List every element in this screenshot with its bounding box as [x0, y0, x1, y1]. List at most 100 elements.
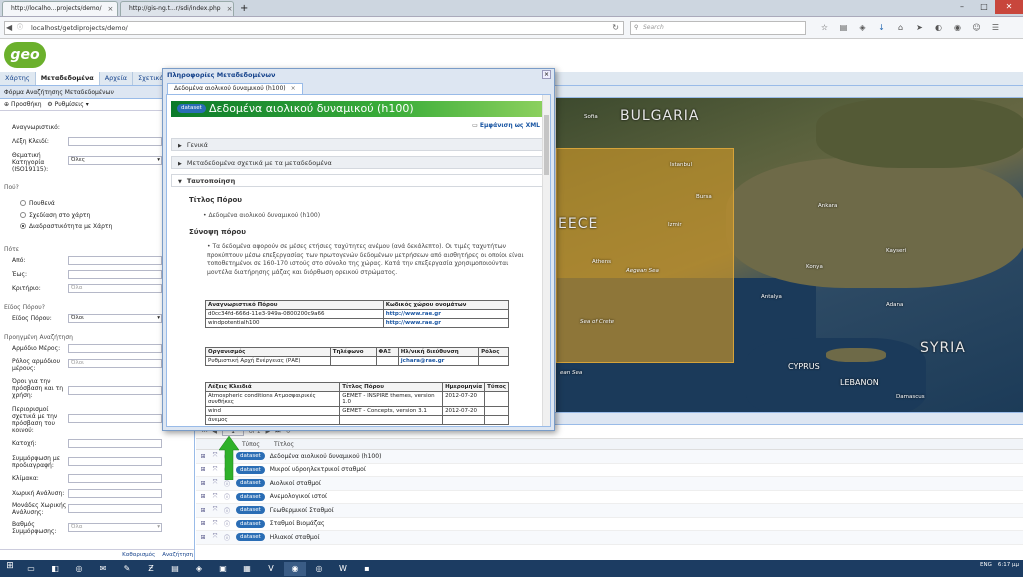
remote-icon[interactable]: ▣	[212, 562, 234, 576]
send-icon[interactable]: ➤	[910, 21, 929, 35]
scale-input[interactable]	[68, 474, 162, 483]
table-row[interactable]: ⊞ ⤧ ⓘ dataset Ηλιακοί σταθμοί	[196, 531, 1023, 545]
info-icon[interactable]: ⓘ	[222, 533, 232, 542]
expand-icon[interactable]: ⊞	[198, 493, 208, 500]
close-window-icon[interactable]: ✕	[995, 0, 1023, 14]
expand-icon[interactable]: ⊞	[198, 534, 208, 541]
chat-icon[interactable]: ◉	[948, 21, 967, 35]
close-icon[interactable]: ×	[542, 70, 551, 79]
zoom-extent-icon[interactable]: ⤧	[210, 506, 220, 514]
column-title-header[interactable]: Τίτλος	[270, 439, 298, 449]
browser-tab-demo[interactable]: http://localho...projects/demo/ ×	[2, 1, 118, 16]
home-icon[interactable]: ⌂	[891, 21, 910, 35]
conformity-spec-input[interactable]	[68, 457, 162, 466]
criterion-select[interactable]: Όλα	[68, 284, 162, 293]
table-row[interactable]: ⊞ ⤧ ⓘ dataset Ανεμολογικοί ιστοί	[196, 491, 1023, 504]
section-metadata-about[interactable]: ▶ Μεταδεδομένα σχετικά με τα μεταδεδομένα	[171, 156, 543, 169]
expand-icon[interactable]: ⊞	[198, 520, 208, 527]
section-general[interactable]: ▶ Γενικά	[171, 138, 543, 151]
reload-icon[interactable]: ↻	[612, 22, 619, 34]
menu-icon[interactable]: ☰	[986, 21, 1005, 35]
expand-icon[interactable]: ⊞	[198, 453, 208, 460]
maximize-icon[interactable]: □	[973, 0, 995, 14]
download-icon[interactable]: ↓	[872, 21, 891, 35]
public-access-input[interactable]	[68, 414, 162, 423]
scrollbar-thumb[interactable]	[544, 115, 549, 175]
close-tab-icon[interactable]: ×	[227, 5, 233, 13]
settings-button[interactable]: ⚙ Ρυθμίσεις ▾	[47, 101, 88, 108]
info-icon[interactable]: ⓘ	[222, 479, 232, 488]
expand-icon[interactable]: ⊞	[198, 466, 208, 473]
zoom-extent-icon[interactable]: ⤧	[210, 479, 220, 487]
keyword-input[interactable]	[68, 137, 162, 146]
tab-metadata[interactable]: Μεταδεδομένα	[35, 72, 100, 85]
table-row[interactable]: ⊞ ⤧ ⓘ dataset Γεωθερμικοί Σταθμοί	[196, 504, 1023, 518]
table-row[interactable]: ⊞ ⤧ ⓘ dataset Σταθμοί Βιομάζας	[196, 518, 1023, 531]
resolution-input[interactable]	[68, 489, 162, 498]
namespace-link[interactable]: http://www.rae.gr	[386, 320, 441, 326]
search-button[interactable]: Αναζήτηση	[162, 552, 193, 558]
filezilla-icon[interactable]: Ƶ	[140, 562, 162, 576]
tab-files[interactable]: Αρχεία	[100, 72, 134, 85]
expand-icon[interactable]: ⊞	[198, 480, 208, 487]
zoom-extent-icon[interactable]: ⤧	[210, 520, 220, 528]
browser-tab-sdi[interactable]: http://gis-ng.t...r/sdi/index.php ×	[120, 1, 234, 16]
table-row[interactable]: ⊞ ⤧ ⓘ dataset Αιολικοί σταθμοί	[196, 477, 1023, 491]
info-icon[interactable]: ⓘ	[222, 519, 232, 528]
folder-icon[interactable]: ▭	[20, 562, 42, 576]
site-info-icon[interactable]: ⓘ	[17, 22, 23, 34]
addon-icon[interactable]: ◐	[929, 21, 948, 35]
notes-icon[interactable]: ✎	[116, 562, 138, 576]
files-icon[interactable]: ▤	[164, 562, 186, 576]
where-draw-radio[interactable]: Σχεδίαση στο χάρτη	[20, 212, 90, 219]
tab-map[interactable]: Χάρτης	[0, 72, 36, 85]
email-link[interactable]: jchara@rae.gr	[401, 358, 445, 364]
back-arrow-icon[interactable]: ◀	[6, 22, 12, 34]
info-icon[interactable]: ⓘ	[222, 506, 232, 515]
clear-button[interactable]: Καθαρισμός	[122, 552, 155, 558]
where-map-radio[interactable]: Διαδραστικότητα με Χάρτη	[20, 223, 112, 230]
terminal-icon[interactable]: ▪	[356, 562, 378, 576]
info-icon[interactable]: ⓘ	[222, 492, 232, 501]
resolution-units-input[interactable]	[68, 504, 162, 513]
expand-icon[interactable]: ⊞	[198, 507, 208, 514]
pocket-icon[interactable]: ◈	[853, 21, 872, 35]
show-xml-link[interactable]: ▭ Εμφάνιση ως XML	[472, 122, 540, 129]
new-tab-button[interactable]: +	[240, 2, 248, 16]
vb-icon[interactable]: V	[260, 562, 282, 576]
access-conditions-input[interactable]	[68, 386, 162, 395]
conformity-degree-select[interactable]: Όλα ▾	[68, 523, 162, 532]
party-role-select[interactable]: Όλοι	[68, 359, 162, 368]
outlook-icon[interactable]: ✉	[92, 562, 114, 576]
browser-icon[interactable]: ◎	[308, 562, 330, 576]
responsible-party-input[interactable]	[68, 344, 162, 353]
add-button[interactable]: ⊕ Προσθήκη	[4, 101, 42, 108]
app-icon[interactable]: ◈	[188, 562, 210, 576]
close-tab-icon[interactable]: ×	[291, 85, 296, 92]
column-type-header[interactable]: Τύπος	[238, 439, 270, 449]
calc-icon[interactable]: ▦	[236, 562, 258, 576]
to-date-input[interactable]	[68, 270, 162, 279]
word-icon[interactable]: W	[332, 562, 354, 576]
minimize-icon[interactable]: –	[951, 0, 973, 14]
topic-category-select[interactable]: Όλες ▾	[68, 156, 162, 165]
namespace-link[interactable]: http://www.rae.gr	[386, 311, 441, 317]
from-date-input[interactable]	[68, 256, 162, 265]
browser-search-field[interactable]: ⚲ Search	[630, 21, 806, 35]
zoom-extent-icon[interactable]: ⤧	[210, 493, 220, 501]
dialog-tab[interactable]: Δεδομένα αιολικού δυναμικού (h100) ×	[167, 83, 303, 94]
start-icon[interactable]: ⊞	[0, 561, 20, 576]
where-none-radio[interactable]: Πουθενά	[20, 200, 55, 207]
keyboard-language[interactable]: ENG	[980, 562, 992, 568]
zoom-extent-icon[interactable]: ⤧	[210, 533, 220, 541]
table-row[interactable]: ⊞⤧ⓘdatasetΜικροί υδροηλεκτρικοί σταθμοί	[196, 464, 1023, 477]
smiley-icon[interactable]: ☺	[967, 21, 986, 35]
map-view[interactable]: BULGARIA EECE SYRIA LEBANON CYPRUS Aegea…	[556, 98, 1023, 412]
explorer-icon[interactable]: ◧	[44, 562, 66, 576]
bookmarks-icon[interactable]: ▤	[834, 21, 853, 35]
resource-type-select[interactable]: Όλοι ▾	[68, 314, 162, 323]
custody-input[interactable]	[68, 439, 162, 448]
url-bar[interactable]: ◀ ⓘ localhost/getdiprojects/demo/ ↻	[4, 21, 624, 35]
dialog-scrollbar[interactable]	[542, 95, 550, 426]
firefox-icon[interactable]: ◉	[284, 561, 306, 576]
